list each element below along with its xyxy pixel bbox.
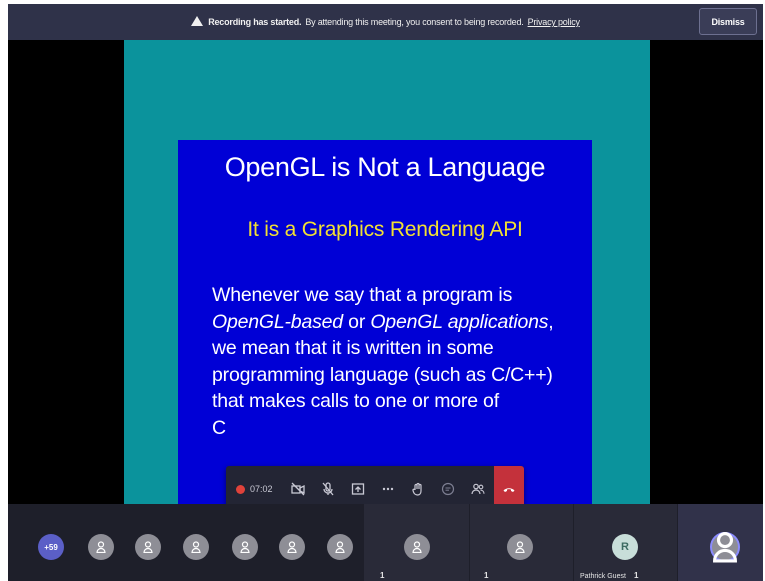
presentation-slide: OpenGL is Not a Language It is a Graphic…	[178, 140, 592, 504]
slide-body-line: OpenGL-based or OpenGL applications,	[212, 309, 582, 336]
avatar[interactable]	[232, 534, 258, 560]
slide-body-line: Whenever we say that a program is	[212, 284, 513, 306]
participant-count: 1	[380, 571, 385, 580]
mic-off-icon	[322, 482, 334, 496]
slide-title: OpenGL is Not a Language	[224, 152, 546, 182]
banner-bold-text: Recording has started.	[208, 17, 302, 27]
slide-body-line: C	[212, 416, 226, 439]
avatar[interactable]	[88, 534, 114, 560]
slide-subtitle: It is a Graphics Rendering API	[247, 218, 523, 241]
camera-off-icon	[290, 482, 305, 496]
slide-body: Whenever we say that a program is OpenGL…	[212, 282, 582, 441]
recording-dot-icon	[236, 484, 245, 494]
more-participants-badge[interactable]: +59	[38, 534, 64, 560]
participant-count: 1	[484, 571, 489, 580]
avatar[interactable]	[327, 534, 353, 560]
self-avatar[interactable]	[710, 532, 740, 563]
person-icon	[240, 541, 250, 553]
avatar-initial: R	[612, 534, 638, 560]
slide-italic-text: OpenGL-based	[212, 310, 343, 333]
person-icon	[412, 541, 422, 553]
participants-strip: +59 1 1 R Pathrick Guest 1	[8, 504, 763, 581]
banner-text: By attending this meeting, you consent t…	[305, 17, 524, 27]
person-icon	[143, 541, 153, 553]
slide-body-line: programming language (such as C/C++)	[212, 363, 553, 386]
more-icon	[382, 487, 393, 491]
meeting-timer: 07:02	[250, 484, 273, 494]
avatar[interactable]	[279, 534, 305, 560]
warning-icon	[191, 16, 204, 26]
person-icon	[713, 532, 737, 563]
avatar[interactable]	[135, 534, 161, 560]
dismiss-button[interactable]: Dismiss	[699, 8, 757, 35]
person-icon	[335, 541, 345, 553]
chat-icon	[441, 482, 454, 496]
slide-italic-text: OpenGL applications	[370, 310, 549, 333]
person-icon	[96, 541, 106, 553]
avatar	[404, 534, 430, 560]
slide-body-line: we mean that it is written in some	[212, 337, 494, 359]
raise-hand-icon	[411, 482, 422, 496]
person-icon	[191, 541, 201, 553]
avatar[interactable]	[183, 534, 209, 560]
participant-name: Pathrick Guest	[580, 573, 626, 580]
avatar	[507, 534, 533, 560]
recording-banner: Recording has started. By attending this…	[8, 4, 763, 40]
privacy-policy-link[interactable]: Privacy policy	[528, 17, 580, 27]
slide-text: or	[342, 310, 371, 333]
slide-body-line: that makes calls to one or more of	[212, 390, 499, 412]
participant-count: 1	[634, 571, 639, 580]
person-icon	[515, 541, 525, 553]
people-icon	[470, 483, 485, 495]
share-icon	[351, 483, 364, 495]
shared-screen-stage: OpenGL is Not a Language It is a Graphic…	[8, 40, 763, 512]
hang-up-icon	[503, 488, 515, 492]
slide-text: ,	[548, 310, 554, 333]
person-icon	[287, 541, 297, 553]
